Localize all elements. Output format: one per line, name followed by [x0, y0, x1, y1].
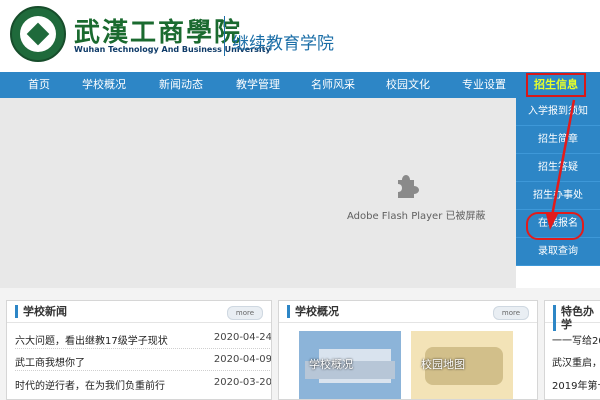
- header-divider: [224, 16, 225, 56]
- thumb-label: 学校概况: [309, 358, 353, 371]
- nav-campus-culture[interactable]: 校园文化: [386, 72, 430, 98]
- news-date: 2020-04-09: [213, 354, 272, 365]
- news-date: 2020-04-24: [213, 332, 272, 343]
- news-date: 2020-03-20: [213, 377, 272, 388]
- school-logo-icon[interactable]: [10, 6, 66, 62]
- list-item[interactable]: 时代的逆行者，在为我们负重前行 2020-03-20: [15, 377, 272, 395]
- school-name-cn: 武漢工商學院: [74, 18, 243, 48]
- more-button[interactable]: more: [493, 306, 529, 320]
- news-title[interactable]: 六大问题，看出继教17级学子现状: [15, 332, 168, 347]
- nav-teachers[interactable]: 名师风采: [311, 72, 355, 98]
- feature-panel: 特色办学 一一写给2019 武汉重启，我 2019年第十: [544, 300, 600, 400]
- panel-title: 特色办学: [553, 305, 600, 331]
- flash-blocked-message: Adobe Flash Player 已被屏蔽: [347, 211, 486, 222]
- list-item[interactable]: 武汉重启，我: [552, 354, 600, 372]
- row-divider: [15, 348, 271, 349]
- panel-header: 学校新闻 more: [7, 301, 271, 323]
- row-divider: [15, 370, 271, 371]
- thumb-label: 校园地图: [421, 358, 465, 371]
- panel-header: 特色办学: [545, 301, 600, 331]
- list-item[interactable]: 一一写给2019: [552, 332, 600, 350]
- nav-admissions[interactable]: 招生信息: [526, 73, 586, 97]
- school-overview-panel: 学校概况 more 学校概况 校园地图: [278, 300, 538, 400]
- nav-school-overview[interactable]: 学校概况: [82, 72, 126, 98]
- panel-header: 学校概况 more: [279, 301, 537, 323]
- nav-teaching[interactable]: 教学管理: [236, 72, 280, 98]
- nav-admissions-label: 招生信息: [534, 78, 578, 91]
- site-header: 武漢工商學院 Wuhan Technology And Business Uni…: [0, 0, 600, 72]
- school-news-panel: 学校新闻 more 六大问题，看出继教17级学子现状 2020-04-24 武工…: [6, 300, 272, 400]
- news-title[interactable]: 时代的逆行者，在为我们负重前行: [15, 377, 165, 392]
- nav-home[interactable]: 首页: [28, 72, 50, 98]
- list-item[interactable]: 2019年第十: [552, 377, 600, 395]
- flash-player-area[interactable]: Adobe Flash Player 已被屏蔽: [0, 98, 516, 288]
- nav-news[interactable]: 新闻动态: [159, 72, 203, 98]
- thumb-campus-map[interactable]: 校园地图: [411, 331, 513, 399]
- red-arrow-icon: [546, 99, 576, 230]
- plugin-icon: [398, 175, 419, 198]
- college-name: 继续教育学院: [232, 34, 334, 54]
- panel-title: 学校概况: [287, 305, 339, 318]
- news-title[interactable]: 武工商我想你了: [15, 354, 85, 369]
- main-nav: 首页 学校概况 新闻动态 教学管理 名师风采 校园文化 专业设置: [0, 72, 600, 98]
- nav-majors[interactable]: 专业设置: [462, 72, 506, 98]
- dropdown-item-admission-query[interactable]: 录取查询: [516, 238, 600, 266]
- more-button[interactable]: more: [227, 306, 263, 320]
- panel-title: 学校新闻: [15, 305, 67, 318]
- thumb-school-overview[interactable]: 学校概况: [299, 331, 401, 399]
